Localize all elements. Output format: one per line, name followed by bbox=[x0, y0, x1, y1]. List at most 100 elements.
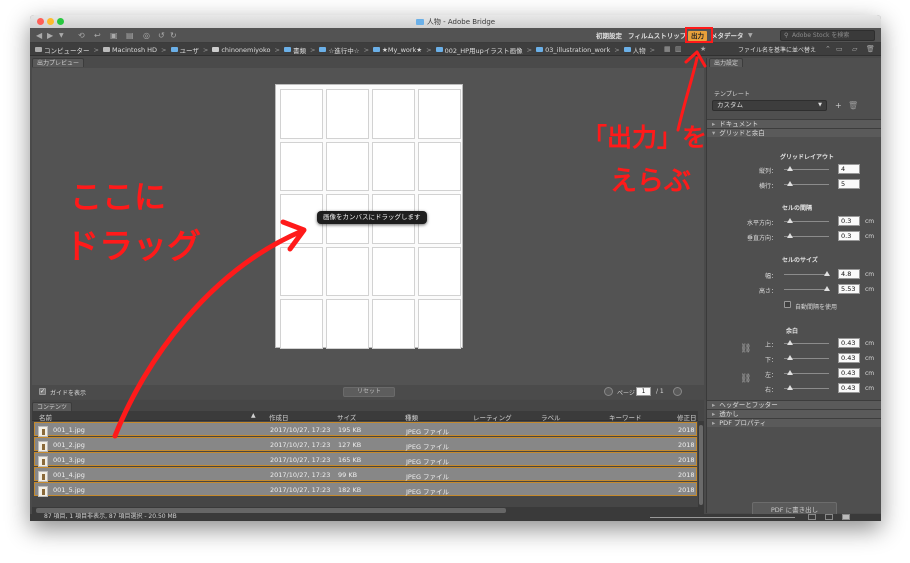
forward-icon[interactable]: ▶ bbox=[47, 31, 53, 40]
view-icon[interactable]: ▥ bbox=[675, 45, 682, 54]
chevron-down-icon[interactable]: ▼ bbox=[59, 31, 64, 40]
slider-knob[interactable] bbox=[787, 370, 793, 375]
columns-field[interactable]: 4 bbox=[838, 164, 860, 174]
grid-cell[interactable] bbox=[326, 141, 369, 191]
show-guides-checkbox[interactable]: ✓ bbox=[39, 388, 46, 395]
breadcrumb-people[interactable]: 人物 bbox=[623, 45, 646, 55]
column-modified[interactable]: 修正日 bbox=[677, 412, 697, 422]
slider-knob[interactable] bbox=[787, 181, 793, 186]
column-created[interactable]: 作成日 bbox=[269, 412, 289, 422]
column-label[interactable]: ラベル bbox=[541, 412, 561, 422]
new-folder-icon[interactable]: ▭ bbox=[836, 45, 843, 54]
table-row[interactable]: 001_2.jpg 2017/10/27, 17:23 127 KB JPEG … bbox=[34, 437, 697, 452]
refine-icon[interactable]: ▤ bbox=[126, 31, 134, 40]
slider-knob[interactable] bbox=[787, 385, 793, 390]
sort-dropdown[interactable]: ファイル名を基準に並べ替え bbox=[738, 45, 816, 54]
back-icon[interactable]: ◀ bbox=[36, 31, 42, 40]
column-size[interactable]: サイズ bbox=[337, 412, 356, 422]
table-row[interactable]: 001_3.jpg 2017/10/27, 17:23 165 KB JPEG … bbox=[34, 452, 697, 467]
previous-page-button[interactable] bbox=[604, 387, 613, 396]
thumbnail-quality-icon[interactable]: ▦ bbox=[664, 45, 671, 54]
breadcrumb-hp-images[interactable]: 002_HP用upイラスト画像 bbox=[435, 45, 523, 55]
detail-view-icon[interactable] bbox=[825, 514, 833, 520]
grid-cell[interactable] bbox=[418, 299, 461, 349]
recent-folder-icon[interactable]: ⟲ bbox=[78, 31, 85, 40]
delete-template-icon[interactable]: 🗑 bbox=[848, 101, 858, 110]
sort-ascending-icon[interactable]: ▲ bbox=[251, 412, 256, 419]
v-spacing-slider[interactable] bbox=[784, 233, 829, 238]
breadcrumb-macintosh-hd[interactable]: Macintosh HD bbox=[102, 46, 157, 54]
grid-cell[interactable] bbox=[280, 141, 323, 191]
rotate-left-icon[interactable]: ↺ bbox=[158, 31, 165, 40]
section-header-footer[interactable]: ▸ ヘッダーとフッター bbox=[707, 400, 881, 409]
breadcrumb-illustration-work[interactable]: 03_illustration_work bbox=[536, 46, 610, 54]
rotate-right-icon[interactable]: ↻ bbox=[170, 31, 177, 40]
section-pdf-properties[interactable]: ▸ PDF プロパティ bbox=[707, 418, 881, 427]
grid-cell[interactable] bbox=[326, 89, 369, 139]
column-rating[interactable]: レーティング bbox=[473, 412, 512, 422]
grid-cell[interactable] bbox=[372, 246, 415, 296]
grid-cell[interactable] bbox=[280, 299, 323, 349]
margin-top-slider[interactable] bbox=[784, 340, 829, 345]
boomerang-icon[interactable]: ↩ bbox=[94, 31, 101, 40]
slider-knob[interactable] bbox=[787, 233, 793, 238]
breadcrumb-users[interactable]: ユーザ bbox=[170, 45, 199, 55]
grid-cell[interactable] bbox=[418, 246, 461, 296]
grid-cell[interactable] bbox=[372, 299, 415, 349]
sort-direction-icon[interactable]: ⌃ bbox=[825, 45, 831, 54]
margin-right-field[interactable]: 0.43 bbox=[838, 383, 860, 393]
slider-knob[interactable] bbox=[787, 355, 793, 360]
trash-icon[interactable]: 🗑 bbox=[866, 45, 875, 54]
reset-button[interactable]: リセット bbox=[343, 387, 395, 397]
grid-cell[interactable] bbox=[280, 89, 323, 139]
h-spacing-field[interactable]: 0.3 bbox=[838, 216, 860, 226]
columns-slider[interactable] bbox=[784, 166, 829, 171]
grid-cell[interactable] bbox=[280, 246, 323, 296]
grid-cell[interactable] bbox=[418, 141, 461, 191]
content-vertical-scrollbar[interactable] bbox=[698, 421, 704, 514]
add-template-icon[interactable]: + bbox=[835, 101, 842, 110]
grid-cell[interactable] bbox=[326, 246, 369, 296]
breadcrumb-in-progress[interactable]: ☆進行中☆ bbox=[319, 45, 360, 55]
output-preview-panel[interactable]: 画像をカンバスにドラッグします bbox=[32, 68, 704, 385]
h-spacing-slider[interactable] bbox=[784, 218, 829, 223]
table-row[interactable]: 001_4.jpg 2017/10/27, 17:23 99 KB JPEG フ… bbox=[34, 467, 697, 482]
column-name[interactable]: 名前 bbox=[39, 412, 52, 422]
slider-knob[interactable] bbox=[787, 218, 793, 223]
workspace-filmstrip[interactable]: フィルムストリップ bbox=[628, 31, 686, 41]
breadcrumb-user-home[interactable]: chinonemiyoko bbox=[212, 46, 271, 54]
breadcrumb-computer[interactable]: コンピューター bbox=[35, 45, 90, 55]
margin-left-field[interactable]: 0.43 bbox=[838, 368, 860, 378]
workspace-essentials[interactable]: 初期設定 bbox=[596, 31, 622, 41]
workspace-output[interactable]: 出力 bbox=[688, 31, 707, 41]
list-view-icon[interactable] bbox=[842, 514, 850, 520]
slider-knob[interactable] bbox=[787, 340, 793, 345]
star-icon[interactable]: ★ bbox=[700, 45, 706, 54]
slider-knob[interactable] bbox=[787, 166, 793, 171]
page-number-input[interactable]: 1 bbox=[636, 387, 651, 396]
camera-import-icon[interactable]: ▣ bbox=[110, 31, 118, 40]
breadcrumb-documents[interactable]: 書類 bbox=[283, 45, 306, 55]
template-select[interactable]: カスタム ▼ bbox=[712, 100, 827, 111]
cell-width-field[interactable]: 4.8 bbox=[838, 269, 860, 279]
margin-left-slider[interactable] bbox=[784, 370, 829, 375]
rows-slider[interactable] bbox=[784, 181, 829, 186]
workspace-metadata[interactable]: メタデータ bbox=[711, 31, 744, 41]
column-type[interactable]: 種類 bbox=[405, 412, 418, 422]
section-watermark[interactable]: ▸ 透かし bbox=[707, 409, 881, 418]
open-in-camera-raw-icon[interactable]: ◎ bbox=[143, 31, 150, 40]
tab-output-preview[interactable]: 出力プレビュー bbox=[32, 58, 85, 67]
margin-bottom-field[interactable]: 0.43 bbox=[838, 353, 860, 363]
open-recent-icon[interactable]: ▱ bbox=[852, 45, 857, 54]
grid-cell[interactable] bbox=[372, 141, 415, 191]
stock-search-input[interactable]: ⚲ Adobe Stock を検索 bbox=[780, 30, 875, 41]
auto-spacing-checkbox[interactable] bbox=[784, 301, 791, 308]
grid-view-icon[interactable] bbox=[808, 514, 816, 520]
section-grid-margin[interactable]: ▾ グリッドと余白 bbox=[707, 128, 881, 137]
grid-cell[interactable] bbox=[418, 89, 461, 139]
table-row[interactable]: 001_1.jpg 2017/10/27, 17:23 195 KB JPEG … bbox=[34, 422, 697, 437]
margin-bottom-slider[interactable] bbox=[784, 355, 829, 360]
breadcrumb-my-work[interactable]: ★My_work★ bbox=[373, 46, 422, 54]
workspace-menu-chevron-icon[interactable]: ▼ bbox=[748, 31, 753, 40]
cell-height-field[interactable]: 5.53 bbox=[838, 284, 860, 294]
